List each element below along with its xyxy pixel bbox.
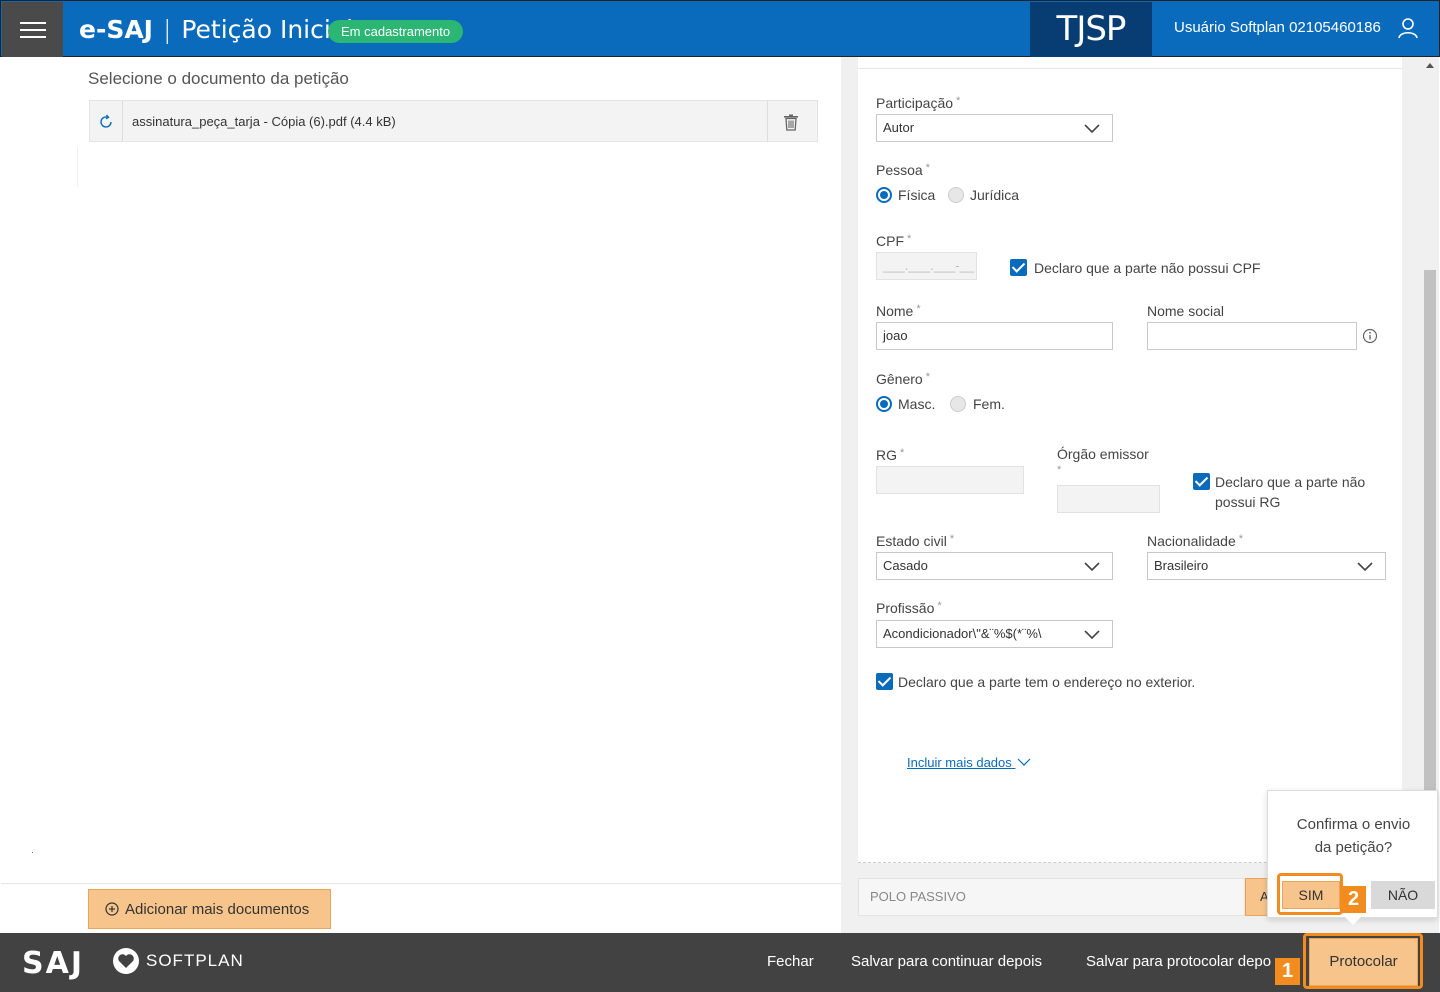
estado-civil-select[interactable]: Casado <box>876 552 1113 580</box>
genero-label: Gênero * <box>876 371 930 387</box>
info-icon[interactable] <box>1362 328 1378 344</box>
app-title: e-SAJ | Petição Inicial <box>79 15 353 44</box>
step-1-badge: 1 <box>1275 958 1300 985</box>
rg-declaro-checkbox[interactable] <box>1193 473 1210 490</box>
court-logo: TJSP <box>1030 2 1152 57</box>
status-badge: Em cadastramento <box>328 20 464 43</box>
divider <box>77 147 78 187</box>
chevron-down-icon <box>1357 562 1373 572</box>
genero-masc-label: Masc. <box>898 396 936 412</box>
exterior-declaro-label: Declaro que a parte tem o endereço no ex… <box>898 674 1196 690</box>
participacao-value: Autor <box>883 120 915 135</box>
pessoa-juridica-radio[interactable] <box>948 187 964 203</box>
divider <box>858 68 1402 69</box>
participacao-label: Participação * <box>876 95 961 111</box>
chevron-down-icon <box>1084 124 1100 134</box>
profissao-label: Profissão * <box>876 600 942 616</box>
plus-circle-icon <box>105 902 119 916</box>
footer-bar: SAJ SOFTPLAN Fechar Salvar para continua… <box>0 933 1440 992</box>
orgao-emissor-input[interactable] <box>1057 485 1160 513</box>
cpf-declaro-label: Declaro que a parte não possui CPF <box>1034 260 1261 276</box>
divider <box>1 883 841 884</box>
nome-social-label: Nome social <box>1147 303 1225 319</box>
document-name: assinatura_peça_tarja - Cópia (6).pdf (4… <box>132 114 396 129</box>
softplan-heart-icon <box>113 948 139 974</box>
genero-masc-radio[interactable] <box>876 396 892 412</box>
genero-fem-label: Fem. <box>973 396 1005 412</box>
select-document-label: Selecione o documento da petição <box>88 69 349 88</box>
document-panel: Selecione o documento da petição assinat… <box>1 57 841 933</box>
incluir-mais-dados-label: Incluir mais dados <box>907 755 1012 770</box>
user-icon[interactable] <box>1397 17 1419 39</box>
orgao-required-mark: * <box>1057 464 1062 476</box>
rg-label: RG * <box>876 447 905 463</box>
user-name[interactable]: Usuário Softplan 02105460186 <box>1174 19 1381 36</box>
step-2-badge: 2 <box>1341 886 1366 913</box>
cpf-input[interactable]: ___.___.___-__ <box>876 252 977 280</box>
nacionalidade-value: Brasileiro <box>1154 558 1209 573</box>
pessoa-label: Pessoa * <box>876 162 930 178</box>
fechar-button[interactable]: Fechar <box>767 953 814 970</box>
nome-social-input[interactable] <box>1147 322 1357 350</box>
party-form-card: Participação * Autor Pessoa * Física Juríd… <box>858 57 1402 863</box>
title-separator: | <box>162 15 172 44</box>
rg-declaro-label-line1: Declaro que a parte não <box>1215 474 1366 490</box>
rg-declaro-label-line2: possui RG <box>1215 494 1281 510</box>
document-row[interactable]: assinatura_peça_tarja - Cópia (6).pdf (4… <box>89 100 818 142</box>
chevron-down-icon <box>1017 758 1031 766</box>
step-1-highlight <box>1303 933 1423 989</box>
pessoa-fisica-radio[interactable] <box>876 187 892 203</box>
chevron-down-icon <box>1084 562 1100 572</box>
menu-icon[interactable] <box>2 2 63 57</box>
confirm-question: Confirma o envio da petição? <box>1268 813 1439 859</box>
pessoa-juridica-label: Jurídica <box>970 187 1020 203</box>
stray-dot <box>32 852 33 853</box>
orgao-emissor-label: Órgão emissor <box>1057 446 1149 462</box>
salvar-protocolar-button[interactable]: Salvar para protocolar depois <box>1086 953 1272 970</box>
nacionalidade-label: Nacionalidade * <box>1147 533 1244 549</box>
polo-passivo-header[interactable]: POLO PASSIVO <box>858 878 1245 916</box>
top-header: e-SAJ | Petição Inicial Em cadastramento… <box>0 0 1440 57</box>
trash-icon[interactable] <box>783 114 799 131</box>
pessoa-fisica-label: Física <box>898 187 936 203</box>
cpf-declaro-checkbox[interactable] <box>1010 259 1027 276</box>
cpf-label: CPF * <box>876 233 912 249</box>
popover-tail <box>1345 917 1361 925</box>
exterior-declaro-checkbox[interactable] <box>876 673 893 690</box>
rg-input[interactable] <box>876 466 1024 494</box>
confirm-question-line2: da petição? <box>1314 839 1393 856</box>
nome-label: Nome * <box>876 303 921 319</box>
row-divider <box>122 101 123 141</box>
refresh-icon[interactable] <box>98 114 114 130</box>
participacao-select[interactable]: Autor <box>876 114 1113 142</box>
step-2-highlight <box>1277 873 1343 915</box>
salvar-continuar-button[interactable]: Salvar para continuar depois <box>851 953 1042 970</box>
estado-civil-value: Casado <box>883 558 928 573</box>
incluir-mais-dados-link[interactable]: Incluir mais dados <box>907 755 1031 770</box>
app-name: e-SAJ <box>79 15 153 44</box>
saj-logo: SAJ <box>22 946 84 981</box>
confirm-question-line1: Confirma o envio <box>1296 816 1411 833</box>
row-divider <box>767 101 768 141</box>
polo-passivo-label: POLO PASSIVO <box>870 889 966 904</box>
nacionalidade-select[interactable]: Brasileiro <box>1147 552 1386 580</box>
softplan-logo-text: SOFTPLAN <box>146 951 244 970</box>
confirm-no-button[interactable]: NÃO <box>1371 881 1435 909</box>
nome-input[interactable]: joao <box>876 322 1113 350</box>
profissao-select[interactable]: Acondicionador\"&¨%$(*¨%\ <box>876 620 1113 648</box>
scroll-up-arrow[interactable] <box>1426 63 1434 68</box>
profissao-value: Acondicionador\"&¨%$(*¨%\ <box>883 626 1042 641</box>
add-documents-label: Adicionar mais documentos <box>125 900 310 918</box>
chevron-down-icon <box>1084 630 1100 640</box>
add-documents-button[interactable]: Adicionar mais documentos <box>88 889 331 929</box>
genero-fem-radio[interactable] <box>950 396 966 412</box>
estado-civil-label: Estado civil * <box>876 533 955 549</box>
